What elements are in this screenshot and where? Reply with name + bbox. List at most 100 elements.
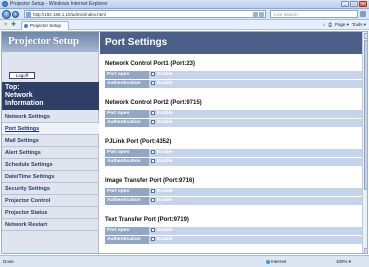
authentication-row: Authentication Enable bbox=[105, 80, 365, 88]
checkbox-label: Enable bbox=[157, 189, 173, 194]
checkbox-label: Enable bbox=[157, 150, 173, 155]
tab-page-icon bbox=[24, 24, 28, 28]
tools-menu[interactable]: Tools ▾ bbox=[352, 21, 366, 28]
logoff-button[interactable]: Logoff bbox=[9, 72, 35, 79]
section-header-prefix: Top: bbox=[5, 84, 20, 91]
authentication-row: Authentication Enable bbox=[105, 236, 365, 244]
authentication-checkbox[interactable]: Enable bbox=[151, 197, 173, 205]
scroll-down-icon[interactable] bbox=[364, 248, 367, 253]
port-section-title: Image Transfer Port (Port:9716) bbox=[105, 178, 195, 184]
maximize-button[interactable]: □ bbox=[350, 1, 358, 7]
checkbox-icon[interactable] bbox=[151, 188, 155, 193]
checkbox-icon[interactable] bbox=[151, 71, 155, 76]
checkbox-label: Enable bbox=[157, 111, 173, 116]
authentication-checkbox[interactable]: Enable bbox=[151, 158, 173, 166]
row-label: Port open bbox=[105, 188, 149, 196]
checkbox-label: Enable bbox=[157, 72, 173, 77]
port-open-row: Port open Enable bbox=[105, 188, 365, 196]
add-favorites-icon[interactable]: ✚ bbox=[11, 22, 16, 28]
port-section-text-transfer: Text Transfer Port (Port:9719) Port open… bbox=[105, 216, 365, 245]
authentication-row: Authentication Enable bbox=[105, 197, 365, 205]
sidebar-item-date-time-settings[interactable]: Date/Time Settings bbox=[2, 171, 99, 183]
authentication-checkbox[interactable]: Enable bbox=[151, 119, 173, 127]
sidebar-item-schedule-settings[interactable]: Schedule Settings bbox=[2, 159, 99, 171]
port-open-checkbox[interactable]: Enable bbox=[151, 71, 173, 79]
favorites-star-icon[interactable]: ★ bbox=[3, 22, 8, 28]
port-open-checkbox[interactable]: Enable bbox=[151, 149, 173, 157]
sidebar-item-network-restart[interactable]: Network Restart bbox=[2, 219, 99, 231]
forward-button[interactable]: › bbox=[12, 11, 19, 18]
checkbox-icon[interactable] bbox=[151, 197, 155, 202]
status-bar: Done Internet 100% ▾ bbox=[0, 255, 369, 267]
authentication-checkbox[interactable]: Enable bbox=[151, 80, 173, 88]
sidebar-item-mail-settings[interactable]: Mail Settings bbox=[2, 135, 99, 147]
sidebar: Projector Setup Logoff Top: Network Info… bbox=[2, 32, 99, 253]
port-section-title: Text Transfer Port (Port:9719) bbox=[105, 217, 189, 223]
sidebar-item-port-settings[interactable]: Port Settings bbox=[2, 123, 99, 135]
address-actions bbox=[253, 12, 264, 17]
sidebar-item-network-settings[interactable]: Network Settings bbox=[2, 111, 99, 123]
vertical-scrollbar[interactable] bbox=[362, 32, 367, 253]
checkbox-label: Enable bbox=[157, 228, 173, 233]
sidebar-item-projector-status[interactable]: Projector Status bbox=[2, 207, 99, 219]
close-button[interactable]: × bbox=[359, 1, 367, 7]
row-label: Port open bbox=[105, 149, 149, 157]
row-label: Port open bbox=[105, 227, 149, 235]
refresh-icon[interactable] bbox=[253, 12, 258, 17]
checkbox-label: Enable bbox=[157, 237, 173, 242]
stop-icon[interactable] bbox=[259, 12, 264, 17]
authentication-row: Authentication Enable bbox=[105, 158, 365, 166]
print-icon[interactable]: ⎙ bbox=[328, 21, 332, 28]
checkbox-label: Enable bbox=[157, 120, 173, 125]
sidebar-item-security-settings[interactable]: Security Settings bbox=[2, 183, 99, 195]
security-zone: Internet bbox=[266, 259, 286, 264]
checkbox-icon[interactable] bbox=[151, 158, 155, 163]
window-controls: _ □ × bbox=[341, 1, 367, 7]
section-header-line2: Information bbox=[5, 100, 44, 107]
window-title: Projector Setup - Windows Internet Explo… bbox=[10, 1, 108, 7]
tab-projector-setup[interactable]: Projector Setup bbox=[21, 21, 69, 30]
port-open-row: Port open Enable bbox=[105, 110, 365, 118]
scrollbar-thumb[interactable] bbox=[364, 40, 367, 190]
port-open-row: Port open Enable bbox=[105, 227, 365, 235]
row-label: Authentication bbox=[105, 80, 149, 88]
checkbox-icon[interactable] bbox=[151, 80, 155, 85]
scroll-up-icon[interactable] bbox=[364, 33, 367, 39]
search-input[interactable]: Live Search bbox=[270, 10, 358, 18]
page-menu[interactable]: Page ▾ bbox=[335, 21, 349, 28]
sidebar-section-header: Top: Network Information bbox=[2, 82, 99, 110]
checkbox-icon[interactable] bbox=[151, 236, 155, 241]
row-label: Authentication bbox=[105, 197, 149, 205]
sidebar-item-alert-settings[interactable]: Alert Settings bbox=[2, 147, 99, 159]
address-field[interactable]: http://192.168.1.10/admin/index.html bbox=[24, 10, 266, 18]
minimize-button[interactable]: _ bbox=[341, 1, 349, 7]
logo-text: Projector Setup bbox=[8, 35, 79, 47]
authentication-checkbox[interactable]: Enable bbox=[151, 236, 173, 244]
home-icon[interactable]: ⌂ bbox=[323, 21, 326, 28]
port-section-network-control-2: Network Control Port2 (Port:9715) Port o… bbox=[105, 99, 365, 128]
back-button[interactable]: ‹ bbox=[2, 10, 11, 19]
globe-icon bbox=[266, 259, 270, 264]
port-open-checkbox[interactable]: Enable bbox=[151, 227, 173, 235]
port-section-network-control-1: Network Control Port1 (Port:23) Port ope… bbox=[105, 60, 365, 89]
row-label: Port open bbox=[105, 110, 149, 118]
row-label: Port open bbox=[105, 71, 149, 79]
sidebar-item-projector-control[interactable]: Projector Control bbox=[2, 195, 99, 207]
checkbox-label: Enable bbox=[157, 198, 173, 203]
port-open-row: Port open Enable bbox=[105, 149, 365, 157]
tab-label: Projector Setup bbox=[30, 23, 62, 28]
row-label: Authentication bbox=[105, 236, 149, 244]
port-open-checkbox[interactable]: Enable bbox=[151, 110, 173, 118]
checkbox-icon[interactable] bbox=[151, 110, 155, 115]
checkbox-label: Enable bbox=[157, 159, 173, 164]
tab-bar: ★ ✚ Projector Setup ⌂ ⎙ Page ▾ Tools ▾ bbox=[0, 20, 369, 30]
zone-label: Internet bbox=[271, 259, 287, 264]
checkbox-icon[interactable] bbox=[151, 227, 155, 232]
authentication-row: Authentication Enable bbox=[105, 119, 365, 127]
zoom-control[interactable]: 100% ▾ bbox=[336, 259, 351, 265]
port-open-row: Port open Enable bbox=[105, 71, 365, 79]
checkbox-icon[interactable] bbox=[151, 119, 155, 124]
search-icon[interactable] bbox=[360, 11, 366, 17]
checkbox-icon[interactable] bbox=[151, 149, 155, 154]
port-open-checkbox[interactable]: Enable bbox=[151, 188, 173, 196]
